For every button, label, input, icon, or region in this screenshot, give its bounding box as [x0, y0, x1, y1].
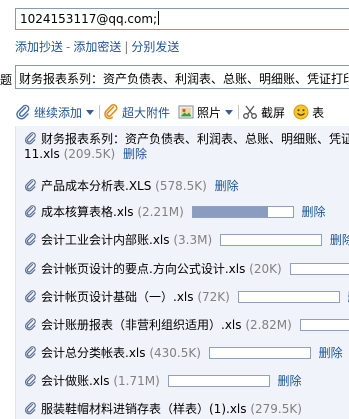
text-cursor	[158, 11, 160, 25]
super-attachment-label: 超大附件	[122, 105, 171, 120]
paperclip-icon	[25, 374, 36, 387]
attachment-size: (1.71M)	[113, 374, 160, 388]
paperclip-icon	[25, 290, 36, 303]
toolbar-divider	[99, 105, 101, 119]
attachment-size: (72K)	[197, 290, 230, 304]
attachment-item: 成本核算表格.xls (2.21M) 删除	[24, 203, 349, 220]
attachment-name: 会计总分类帐表.xls	[41, 346, 146, 360]
attachment-name: 会计工业会计内部账.xls	[41, 233, 170, 247]
attachment-size: (3.3M)	[173, 233, 213, 247]
photo-button[interactable]: 照片	[178, 104, 221, 121]
upload-progress-bar	[299, 319, 349, 331]
upload-progress-bar	[167, 375, 270, 387]
attachment-size: (2.82M)	[245, 318, 292, 332]
upload-progress-bar	[289, 263, 349, 275]
attachment-name: 会计帐页设计基础（一）.xls	[41, 290, 194, 304]
delete-attachment-link[interactable]: 删除	[277, 374, 301, 388]
attachment-item: 财务报表系列：资产负债表、利润表、总账、明细账、凭证 11.xls (209.5…	[24, 132, 349, 162]
delete-attachment-link[interactable]: 删除	[301, 205, 325, 219]
delete-attachment-link[interactable]: 删除	[330, 233, 349, 247]
paperclip-icon	[25, 179, 36, 192]
attachment-name: 产品成本分析表.XLS	[41, 179, 152, 193]
attachment-name: 会计做账.xls	[41, 374, 110, 388]
super-attachment-button[interactable]: 超大附件	[103, 104, 170, 121]
paperclip-icon	[25, 262, 36, 275]
attachment-list: 财务报表系列：资产负债表、利润表、总账、明细账、凭证 11.xls (209.5…	[15, 126, 349, 419]
subject-input[interactable]: 财务报表系列：资产负债表、利润表、总账、明细账、凭证打印	[15, 65, 349, 89]
continue-add-button[interactable]: 继续添加	[15, 104, 82, 121]
recipient-input[interactable]: 1024153117@qq.com;	[15, 8, 349, 30]
paperclip-icon	[25, 132, 36, 145]
attachment-size: (430.5K)	[149, 346, 201, 360]
screenshot-label: 截屏	[261, 105, 286, 120]
subject-label: 题	[0, 73, 13, 87]
paperclip-icon	[25, 318, 36, 331]
add-cc-link[interactable]: 添加抄送	[15, 40, 63, 54]
attachment-name: 会计账册报表（非营利组织适用）.xls	[41, 318, 242, 332]
scissors-icon	[243, 105, 257, 119]
upload-progress-bar	[237, 291, 340, 303]
upload-progress-bar	[219, 234, 322, 246]
photo-icon	[178, 105, 194, 119]
attachment-item: 会计帐页设计的要点.方向公式设计.xls (20K) 删除	[24, 260, 349, 277]
paperclip-icon	[25, 233, 36, 246]
photo-dropdown[interactable]	[223, 105, 235, 119]
emoticon-button[interactable]: 表	[293, 104, 324, 121]
attachment-item: 会计工业会计内部账.xls (3.3M) 删除	[24, 231, 349, 248]
link-separator-dash: -	[66, 40, 71, 54]
attachment-name: 会计帐页设计的要点.方向公式设计.xls	[41, 262, 246, 276]
upload-progress-fill	[192, 207, 268, 217]
emoticon-label: 表	[312, 105, 325, 120]
link-separator-bar: |	[124, 40, 129, 54]
attachment-size: (279.5K)	[250, 402, 302, 416]
paperclip-icon	[25, 346, 36, 359]
large-attachment-icon	[104, 104, 118, 120]
attachment-size: (20K)	[249, 262, 282, 276]
attachment-item: 服装鞋帽材料进销存表（样表）(1).xls (279.5K)	[24, 400, 349, 417]
recipient-value: 1024153117@qq.com;	[20, 12, 158, 26]
attachment-item: 会计做账.xls (1.71M) 删除	[24, 372, 349, 389]
attachment-item: 会计账册报表（非营利组织适用）.xls (2.82M) 删除	[24, 316, 349, 333]
attachment-name: 成本核算表格.xls	[41, 205, 134, 219]
subject-value: 财务报表系列：资产负债表、利润表、总账、明细账、凭证打印	[19, 72, 349, 86]
separate-send-link[interactable]: 分别发送	[131, 40, 179, 54]
photo-label: 照片	[197, 105, 222, 120]
smiley-icon	[293, 104, 309, 120]
paperclip-icon	[25, 402, 36, 415]
paperclip-icon	[25, 205, 36, 218]
screenshot-button[interactable]: 截屏	[242, 104, 285, 121]
upload-progress-bar	[191, 206, 294, 218]
add-bcc-link[interactable]: 添加密送	[73, 40, 121, 54]
upload-progress-bar	[208, 347, 311, 359]
delete-attachment-link[interactable]: 删除	[123, 147, 147, 161]
recipient-options: 添加抄送 - 添加密送 | 分别发送	[15, 38, 179, 55]
attachment-name-continued: 11.xls	[24, 147, 60, 161]
attachment-name: 服装鞋帽材料进销存表（样表）(1).xls	[41, 402, 247, 416]
delete-attachment-link[interactable]: 删除	[215, 179, 239, 193]
toolbar-divider	[238, 105, 240, 119]
attachment-name: 财务报表系列：资产负债表、利润表、总账、明细账、凭证	[41, 132, 349, 146]
attachment-item: 产品成本分析表.XLS (578.5K) 删除	[24, 177, 349, 194]
attachment-size: (578.5K)	[155, 179, 207, 193]
attachment-item: 会计总分类帐表.xls (430.5K) 删除	[24, 344, 349, 361]
continue-add-label: 继续添加	[34, 105, 83, 120]
paperclip-icon	[16, 104, 30, 120]
continue-add-dropdown[interactable]	[84, 105, 96, 119]
attachment-size: (209.5K)	[63, 147, 116, 161]
attachment-toolbar: 继续添加 超大附件 照片 截屏 表	[15, 101, 349, 123]
delete-attachment-link[interactable]: 删除	[319, 346, 343, 360]
attachment-item: 会计帐页设计基础（一）.xls (72K) 删除	[24, 288, 349, 305]
attachment-size: (2.21M)	[137, 205, 184, 219]
